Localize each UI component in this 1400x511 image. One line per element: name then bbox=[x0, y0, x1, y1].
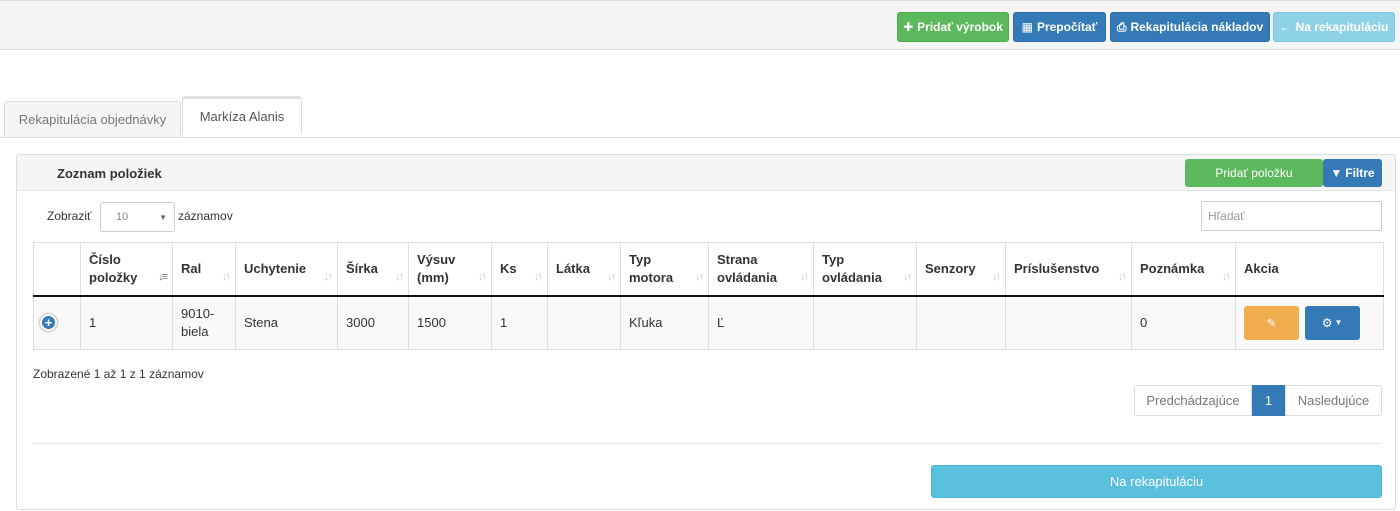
filters-label: Filtre bbox=[1345, 166, 1375, 180]
sort-icon: ↓↑ bbox=[534, 270, 543, 283]
tab-order-summary-label: Rekapitulácia objednávky bbox=[18, 112, 167, 127]
cell-item-number: 1 bbox=[80, 295, 173, 350]
panel-title: Zoznam položiek bbox=[57, 166, 162, 181]
sort-icon: ↓↑ bbox=[800, 270, 809, 283]
cost-summary-label: Rekapitulácia nákladov bbox=[1130, 20, 1264, 34]
calculator-icon: ▦ bbox=[1021, 20, 1033, 34]
sort-icon: ↓↑ bbox=[1222, 270, 1231, 283]
tab-order-summary[interactable]: Rekapitulácia objednávky bbox=[4, 101, 181, 137]
page-length-value: 10 bbox=[116, 211, 129, 223]
col-accessories[interactable]: Príslušenstvo ↓↑ bbox=[1005, 242, 1132, 297]
to-summary-top-label: Na rekapituláciu bbox=[1295, 20, 1389, 34]
recalculate-label: Prepočítať bbox=[1036, 20, 1098, 34]
sort-icon: ↓↑ bbox=[395, 270, 404, 283]
col-item-number[interactable]: Číslo položky ↓≡ bbox=[80, 242, 173, 297]
cell-projection: 1500 bbox=[408, 295, 492, 350]
sort-icon: ↓↑ bbox=[607, 270, 616, 283]
edit-icon: ✎ bbox=[1266, 315, 1277, 330]
top-toolbar: ✚ Pridať výrobok ▦ Prepočítať ⎙ Rekapitu… bbox=[0, 0, 1400, 50]
cell-fabric bbox=[547, 295, 621, 350]
page-length-select[interactable]: 10 ▼ bbox=[100, 202, 175, 232]
settings-dropdown-button[interactable]: ⚙ ▼ bbox=[1304, 305, 1360, 340]
search-input[interactable]: Hľadať bbox=[1201, 201, 1382, 231]
col-expand bbox=[33, 242, 81, 297]
cell-quantity: 1 bbox=[491, 295, 548, 350]
col-quantity[interactable]: Ks ↓↑ bbox=[491, 242, 548, 297]
cell-motor-type: Kľuka bbox=[620, 295, 709, 350]
sort-icon: ↓↑ bbox=[324, 270, 333, 283]
pagination: Predchádzajúce 1 Nasledujúce bbox=[1134, 385, 1382, 416]
cell-accessories bbox=[1005, 295, 1132, 350]
col-control-type[interactable]: Typ ovládania ↓↑ bbox=[813, 242, 917, 297]
to-summary-bottom-button[interactable]: Na rekapituláciu bbox=[931, 465, 1382, 498]
table-info: Zobrazené 1 až 1 z 1 záznamov bbox=[33, 367, 204, 381]
cell-mounting: Stena bbox=[235, 295, 338, 350]
col-ral[interactable]: Ral ↓↑ bbox=[172, 242, 236, 297]
col-sensors[interactable]: Senzory ↓↑ bbox=[916, 242, 1006, 297]
search-placeholder: Hľadať bbox=[1208, 209, 1245, 223]
col-control-side[interactable]: Strana ovládania ↓↑ bbox=[708, 242, 814, 297]
caret-down-icon: ▼ bbox=[1334, 317, 1343, 327]
length-label: Zobraziť bbox=[47, 209, 92, 223]
expand-row-icon[interactable]: + bbox=[40, 314, 57, 332]
sort-desc-icon: ↓≡ bbox=[158, 270, 168, 283]
col-fabric[interactable]: Látka ↓↑ bbox=[547, 242, 621, 297]
col-note[interactable]: Poznámka ↓↑ bbox=[1131, 242, 1236, 297]
cell-expand[interactable]: + bbox=[33, 295, 81, 350]
sort-icon: ↓↑ bbox=[903, 270, 912, 283]
cell-action: ✎ ⚙ ▼ bbox=[1235, 295, 1384, 350]
items-table: Číslo položky ↓≡ Ral ↓↑ Uchytenie ↓↑ Šírka ↓… bbox=[33, 242, 1384, 350]
recalculate-button[interactable]: ▦ Prepočítať bbox=[1013, 12, 1106, 42]
tab-markiza-alanis-label: Markíza Alanis bbox=[199, 109, 285, 124]
cell-control-side: Ľ bbox=[708, 295, 814, 350]
col-projection[interactable]: Výsuv (mm) ↓↑ bbox=[408, 242, 492, 297]
panel-header: Zoznam položiek Pridať položku ▼ Filtre bbox=[17, 155, 1395, 191]
col-mounting[interactable]: Uchytenie ↓↑ bbox=[235, 242, 338, 297]
table-header-row: Číslo položky ↓≡ Ral ↓↑ Uchytenie ↓↑ Šírka ↓… bbox=[33, 242, 1384, 297]
add-product-button[interactable]: ✚ Pridať výrobok bbox=[897, 12, 1009, 42]
cost-summary-button[interactable]: ⎙ Rekapitulácia nákladov bbox=[1110, 12, 1270, 42]
pagination-next[interactable]: Nasledujúce bbox=[1285, 385, 1382, 416]
arrow-left-icon: ← bbox=[1279, 20, 1292, 34]
caret-down-icon: ▼ bbox=[159, 213, 167, 222]
col-motor-type[interactable]: Typ motora ↓↑ bbox=[620, 242, 709, 297]
add-item-button[interactable]: Pridať položku bbox=[1185, 159, 1323, 187]
pagination-page-1[interactable]: 1 bbox=[1252, 385, 1285, 416]
sort-icon: ↓↑ bbox=[992, 270, 1001, 283]
length-suffix: záznamov bbox=[178, 209, 233, 223]
panel-divider bbox=[33, 443, 1382, 444]
to-summary-top-button[interactable]: ← Na rekapituláciu bbox=[1273, 12, 1395, 42]
cell-control-type bbox=[813, 295, 917, 350]
edit-button[interactable]: ✎ bbox=[1244, 305, 1299, 340]
filter-icon: ▼ bbox=[1330, 166, 1343, 180]
col-action: Akcia bbox=[1235, 242, 1384, 297]
add-product-label: Pridať výrobok bbox=[917, 20, 1003, 34]
table-row: + 1 9010-biela Stena 3000 1500 1 Kľuka Ľ… bbox=[33, 295, 1384, 350]
gear-icon: ⚙ bbox=[1321, 315, 1333, 330]
cell-note: 0 bbox=[1131, 295, 1236, 350]
print-icon: ⎙ bbox=[1116, 20, 1127, 34]
sort-icon: ↓↑ bbox=[695, 270, 704, 283]
cell-sensors bbox=[916, 295, 1006, 350]
pagination-prev[interactable]: Predchádzajúce bbox=[1134, 385, 1252, 416]
filters-button[interactable]: ▼ Filtre bbox=[1323, 159, 1382, 187]
cell-ral: 9010-biela bbox=[172, 295, 236, 350]
sort-icon: ↓↑ bbox=[222, 270, 231, 283]
items-panel: Zoznam položiek Pridať položku ▼ Filtre … bbox=[16, 154, 1396, 510]
col-width[interactable]: Šírka ↓↑ bbox=[337, 242, 409, 297]
sort-icon: ↓↑ bbox=[1118, 270, 1127, 283]
sort-icon: ↓↑ bbox=[478, 270, 487, 283]
tab-markiza-alanis[interactable]: Markíza Alanis bbox=[182, 96, 302, 134]
tabs-baseline bbox=[0, 137, 1400, 138]
cell-width: 3000 bbox=[337, 295, 409, 350]
to-summary-bottom-label: Na rekapituláciu bbox=[1109, 474, 1204, 489]
plus-icon: ✚ bbox=[903, 20, 914, 34]
add-item-label: Pridať položku bbox=[1215, 166, 1293, 180]
